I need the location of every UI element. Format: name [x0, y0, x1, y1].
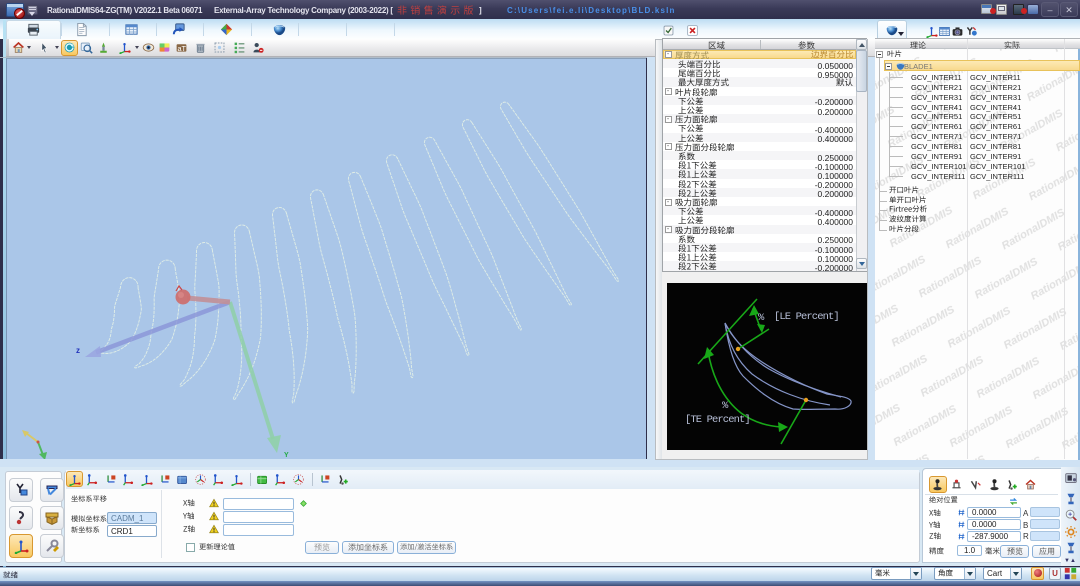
- svg-text:[LE Percent]: [LE Percent]: [774, 311, 839, 323]
- svg-text:z: z: [76, 346, 80, 355]
- svg-text:aT: aT: [177, 44, 186, 53]
- svg-text:[TE Percent]: [TE Percent]: [685, 414, 750, 426]
- svg-text:%: %: [758, 312, 765, 324]
- svg-text:%: %: [722, 400, 729, 412]
- svg-text:Y: Y: [284, 452, 289, 459]
